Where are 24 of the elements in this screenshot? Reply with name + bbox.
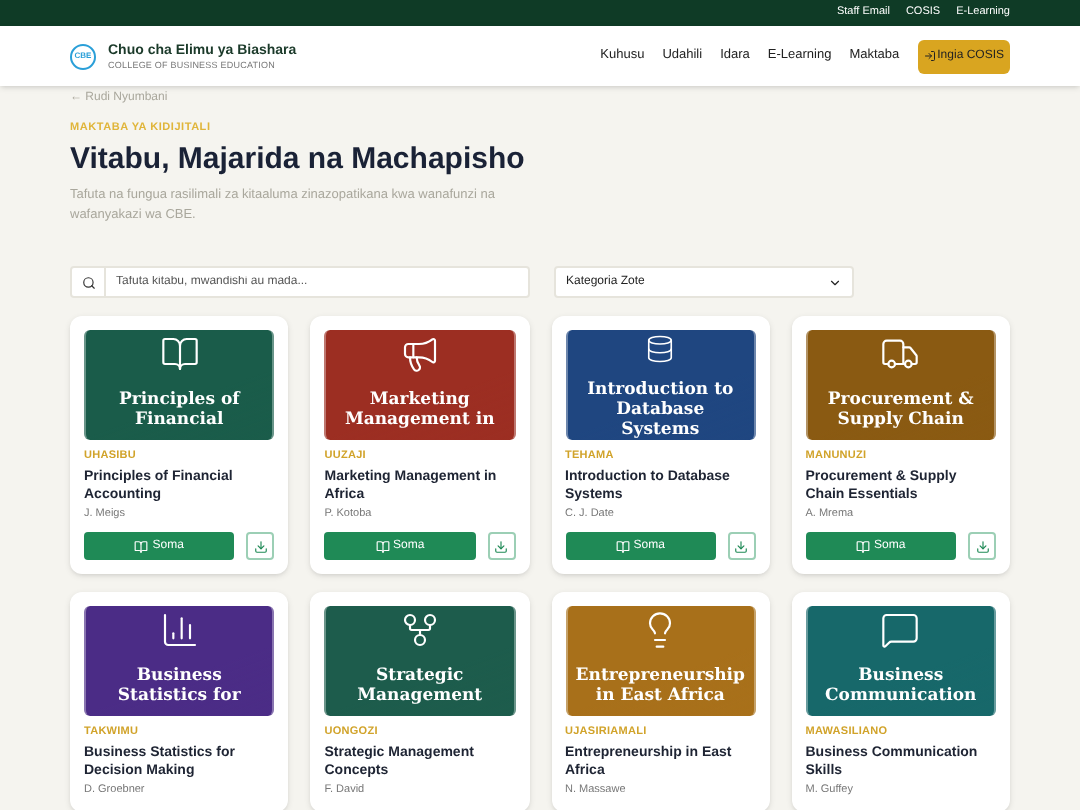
book-icon — [856, 539, 871, 554]
book-icon — [615, 539, 630, 554]
cover-title: Procurement & Supply Chain — [825, 390, 976, 431]
page-title: Vitabu, Majarida na Machapisho — [70, 140, 527, 179]
download-icon — [494, 539, 508, 554]
book-icon — [134, 539, 149, 554]
cover-title: Entrepreneurship in East Africa — [575, 666, 745, 707]
download-icon — [253, 539, 268, 554]
login-icon — [923, 50, 936, 62]
cover-title: Principles of Financial — [116, 390, 243, 431]
download-button[interactable] — [487, 532, 515, 561]
download-icon — [975, 539, 989, 554]
download-button[interactable] — [727, 532, 756, 561]
cover-title: Introduction to Database Systems — [585, 380, 736, 441]
book-icon — [375, 539, 390, 554]
search-icon — [81, 275, 95, 290]
cover-title: Strategic Management — [355, 666, 485, 707]
download-button[interactable] — [968, 532, 996, 561]
download-icon — [734, 539, 749, 554]
cover-title: Business Statistics for — [115, 666, 243, 707]
cover-title: Business Communication — [823, 666, 979, 707]
cover-title: Marketing Management in — [342, 390, 497, 431]
chevron-down-icon — [828, 275, 842, 290]
download-button[interactable] — [246, 532, 275, 561]
